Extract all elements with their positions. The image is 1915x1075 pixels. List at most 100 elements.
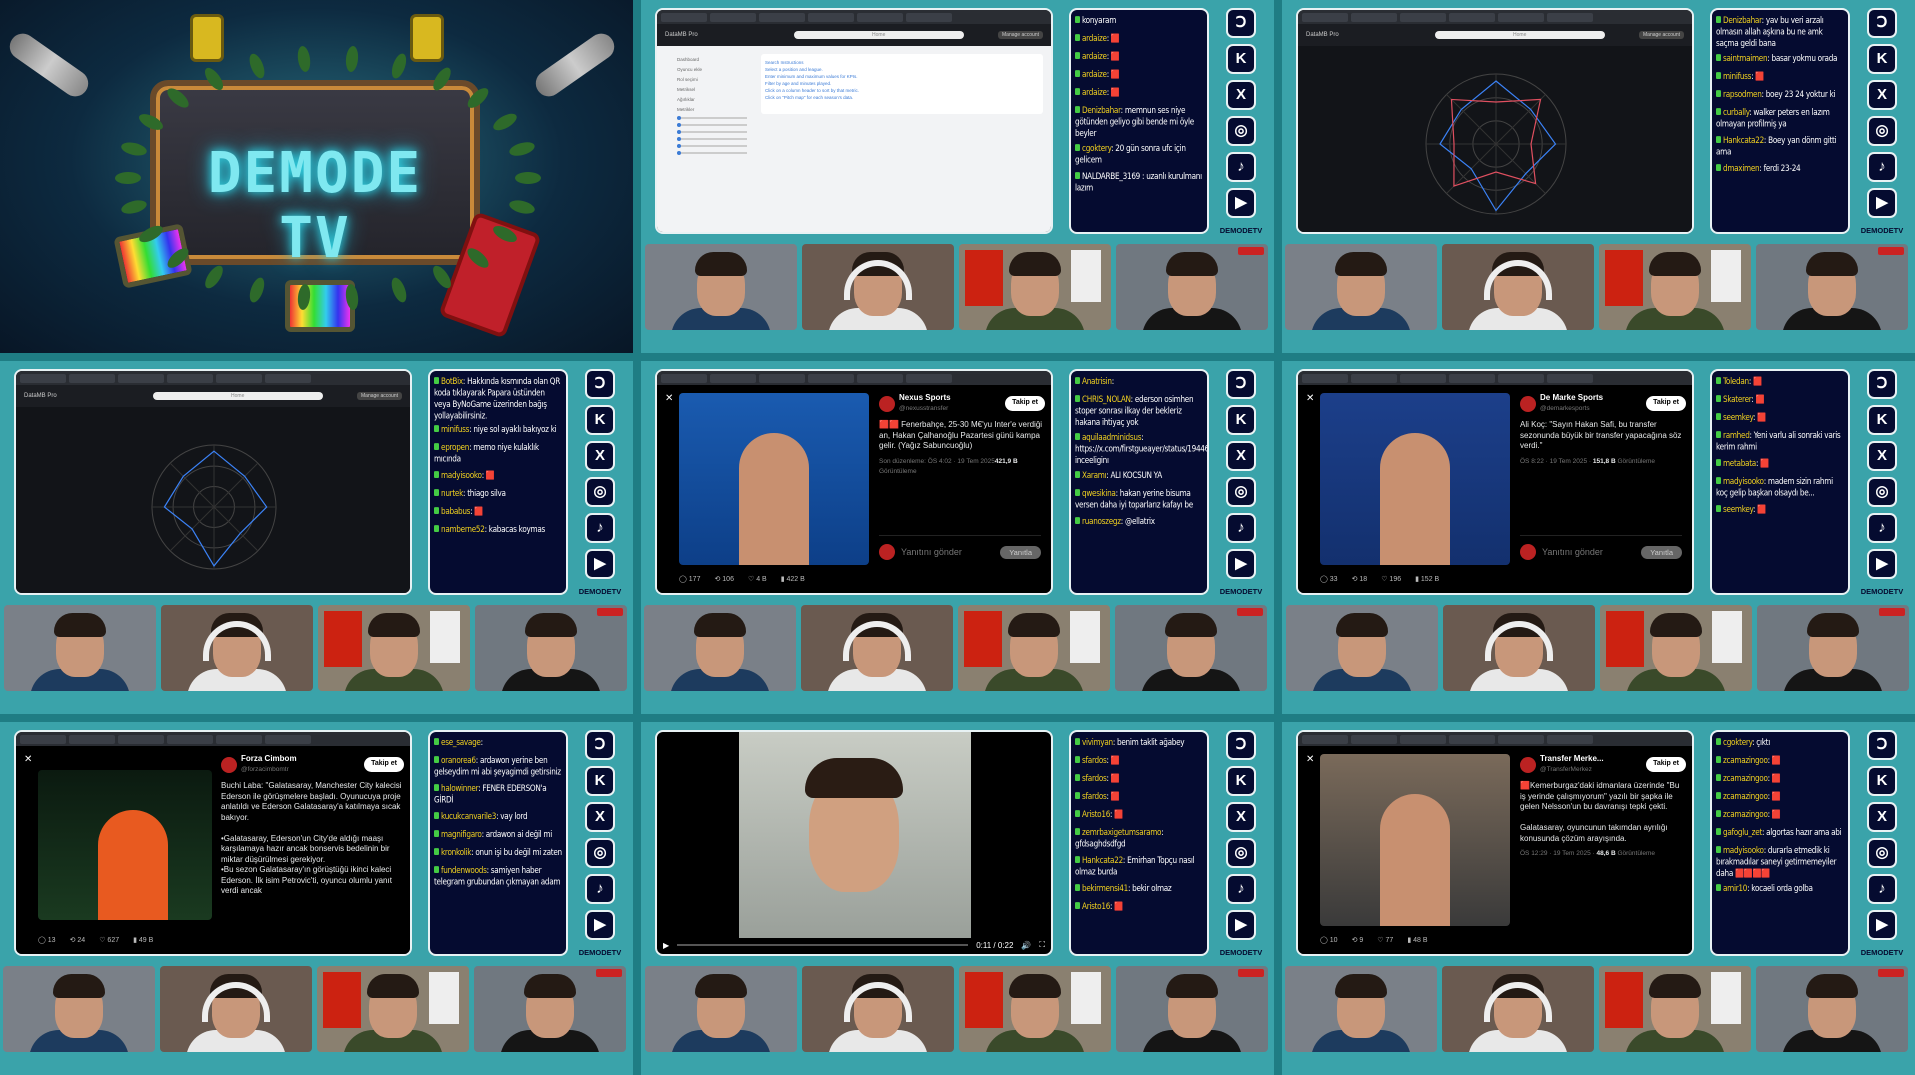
browser-tab[interactable]	[808, 373, 854, 383]
account-button[interactable]: Manage account	[1639, 31, 1684, 39]
browser-tab[interactable]	[1400, 373, 1446, 383]
browser-tab[interactable]	[1302, 373, 1348, 383]
tiktok-icon[interactable]: ♪	[1867, 152, 1897, 182]
browser-tab[interactable]	[710, 12, 756, 22]
youtube-icon[interactable]: ▶	[1226, 910, 1256, 940]
fullscreen-icon[interactable]: ⛶	[1039, 940, 1045, 950]
dlive-icon[interactable]: Ↄ	[1867, 730, 1897, 760]
tweet-media[interactable]	[38, 770, 212, 920]
screen-share[interactable]: DataMB Pro Home Manage account	[14, 369, 412, 595]
chat-username[interactable]: sfardos	[1082, 755, 1107, 765]
avatar[interactable]	[1520, 395, 1536, 412]
tiktok-icon[interactable]: ♪	[1867, 874, 1897, 904]
instagram-icon[interactable]: ◎	[1226, 116, 1256, 146]
x-icon[interactable]: X	[1867, 80, 1897, 110]
chat-username[interactable]: curbally	[1723, 107, 1749, 117]
chat-username[interactable]: ramhed	[1723, 430, 1750, 440]
chat-username[interactable]: Denizbahar	[1082, 105, 1121, 115]
x-icon[interactable]: X	[1867, 802, 1897, 832]
browser-tab[interactable]	[69, 373, 115, 383]
instagram-icon[interactable]: ◎	[585, 838, 615, 868]
chat-username[interactable]: Anatrisin	[1082, 376, 1112, 386]
retweet-icon[interactable]: ⟲ 18	[1352, 575, 1368, 583]
dlive-icon[interactable]: Ↄ	[585, 730, 615, 760]
sidebar-item[interactable]: Rol seçimi	[677, 77, 747, 82]
chat-username[interactable]: magnifigaro	[441, 829, 482, 839]
kick-icon[interactable]: K	[585, 766, 615, 796]
x-icon[interactable]: X	[1226, 80, 1256, 110]
chat-username[interactable]: sfardos	[1082, 791, 1107, 801]
browser-tab[interactable]	[759, 12, 805, 22]
browser-tabs[interactable]	[1298, 371, 1692, 385]
tweet-author[interactable]: De Marke Sports @demarkesports Takip et	[1520, 393, 1686, 414]
chat-panel[interactable]: cgoktery: çıktı zcamazingoo: 🟥 zcamazingoo…	[1710, 730, 1850, 956]
reply-placeholder[interactable]: Yanıtını gönder	[901, 547, 962, 557]
chat-username[interactable]: minifuss	[1723, 71, 1751, 81]
avatar[interactable]	[879, 395, 895, 412]
follow-button[interactable]: Takip et	[364, 757, 404, 772]
browser-tab[interactable]	[20, 373, 66, 383]
home-search[interactable]: Home	[793, 31, 964, 39]
browser-tab[interactable]	[1302, 734, 1348, 744]
browser-tab[interactable]	[906, 12, 952, 22]
author-name[interactable]: Forza Cimbom	[241, 754, 297, 763]
chat-username[interactable]: vivimyan	[1082, 737, 1113, 747]
x-icon[interactable]: X	[585, 441, 615, 471]
chat-username[interactable]: rapsodmen	[1723, 89, 1762, 99]
sidebar-item[interactable]: Dashboard	[677, 57, 747, 62]
instagram-icon[interactable]: ◎	[1867, 838, 1897, 868]
chat-panel[interactable]: konyaram ardaize: 🟥 ardaize: 🟥 ardaize: 🟥 ar…	[1069, 8, 1209, 234]
browser-tab[interactable]	[1400, 12, 1446, 22]
browser-tab[interactable]	[857, 373, 903, 383]
browser-tab[interactable]	[1547, 12, 1593, 22]
browser-tab[interactable]	[1547, 734, 1593, 744]
filter-slider[interactable]	[677, 130, 747, 134]
chat-username[interactable]: madyisooko	[1723, 845, 1764, 855]
browser-tab[interactable]	[808, 12, 854, 22]
chat-username[interactable]: sfardos	[1082, 773, 1107, 783]
browser-tab[interactable]	[1351, 373, 1397, 383]
chat-username[interactable]: BotBix	[441, 376, 463, 386]
reply-icon[interactable]: ◯ 33	[1320, 575, 1338, 583]
chat-username[interactable]: Toledan	[1723, 376, 1749, 386]
browser-tab[interactable]	[1449, 12, 1495, 22]
retweet-icon[interactable]: ⟲ 106	[714, 575, 734, 583]
chat-username[interactable]: Aristo16	[1082, 809, 1110, 819]
chat-username[interactable]: ardaize	[1082, 69, 1107, 79]
browser-tab[interactable]	[906, 373, 952, 383]
kick-icon[interactable]: K	[1226, 405, 1256, 435]
browser-tabs[interactable]	[16, 732, 410, 746]
tiktok-icon[interactable]: ♪	[1226, 152, 1256, 182]
browser-tab[interactable]	[265, 734, 311, 744]
chat-username[interactable]: cgoktery	[1082, 143, 1111, 153]
filter-slider[interactable]	[677, 144, 747, 148]
avatar[interactable]	[221, 756, 237, 773]
reply-button[interactable]: Yanıtla	[1000, 545, 1041, 559]
author-name[interactable]: De Marke Sports	[1540, 393, 1603, 402]
account-button[interactable]: Manage account	[998, 31, 1043, 39]
chat-username[interactable]: madyisooko	[441, 470, 482, 480]
browser-tab[interactable]	[1302, 12, 1348, 22]
youtube-icon[interactable]: ▶	[1867, 910, 1897, 940]
kick-icon[interactable]: K	[1226, 44, 1256, 74]
browser-tab[interactable]	[759, 373, 805, 383]
app-name[interactable]: DataMB Pro	[24, 393, 57, 399]
avatar[interactable]	[1520, 756, 1536, 773]
tweet-author[interactable]: Nexus Sports @nexusstransfer Takip et	[879, 393, 1045, 414]
chat-username[interactable]: zemrbaxigetumsaramo	[1082, 827, 1162, 837]
chat-username[interactable]: seemkey	[1723, 504, 1753, 514]
tiktok-icon[interactable]: ♪	[1226, 513, 1256, 543]
chat-username[interactable]: CHRIS_NOLAN	[1082, 394, 1131, 404]
author-name[interactable]: Nexus Sports	[899, 393, 951, 402]
chat-panel[interactable]: vivimyan: benim taklit ağabey sfardos: 🟥 s…	[1069, 730, 1209, 956]
chat-username[interactable]: ardaize	[1082, 33, 1107, 43]
screen-share[interactable]: DataMB Pro Home Manage account Dashboard Oyu…	[655, 8, 1053, 234]
chat-username[interactable]: kronkolik	[441, 847, 471, 857]
reply-box[interactable]: Yanıtını gönder Yanıtla	[879, 535, 1041, 560]
reply-icon[interactable]: ◯ 13	[38, 936, 56, 944]
tiktok-icon[interactable]: ♪	[1226, 874, 1256, 904]
screen-share[interactable]: ✕ Forza Cimbom @forzacimbomtr Takip et Buchi…	[14, 730, 412, 956]
browser-tab[interactable]	[216, 734, 262, 744]
like-icon[interactable]: ♡ 627	[99, 936, 119, 944]
chat-username[interactable]: Aristo16	[1082, 901, 1110, 911]
